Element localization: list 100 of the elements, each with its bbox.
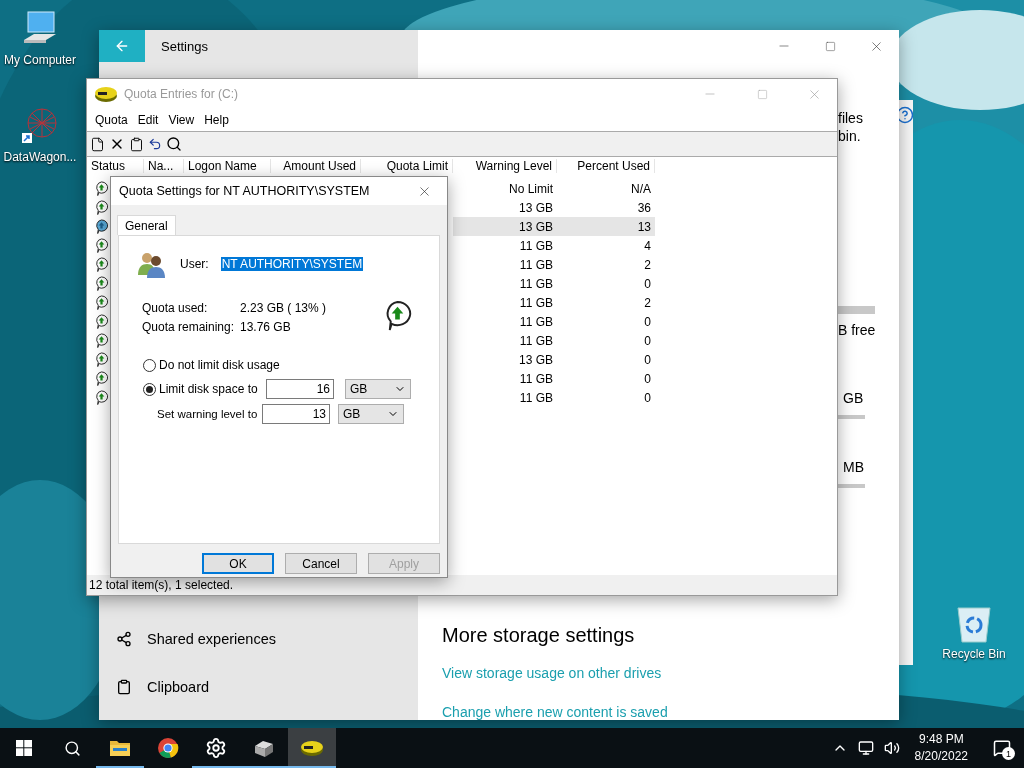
radio-button[interactable] [143,382,156,396]
free-space-text: B free [838,321,876,339]
find-button[interactable] [166,136,182,152]
clock[interactable]: 9:48 PM 8/20/2022 [906,731,976,765]
window-title: Quota Entries for (C:) [124,87,239,101]
table-cell-text: 13 GB [517,200,554,215]
column-header[interactable]: Amount Used [271,159,361,173]
desktop-icon-label: My Computer [4,53,76,67]
notifications-button[interactable]: 1 [980,728,1024,768]
column-header[interactable]: Na... [144,159,184,173]
taskbar-app[interactable] [288,728,336,768]
table-cell-text: 11 GB [518,295,554,310]
window-title: Settings [161,38,208,54]
user-label: User: [180,257,209,271]
table-cell-text: 11 GB [518,276,554,291]
column-header[interactable]: Warning Level [453,159,557,173]
new-button[interactable] [90,136,105,152]
undo-icon [148,137,162,151]
status-icon [94,181,109,196]
size-text: GB [843,389,864,407]
monitor-icon [857,740,874,756]
field-label: Set warning level to [157,408,259,420]
clipboard-icon [116,679,132,695]
message-icon [993,739,1011,757]
column-header[interactable]: Percent Used [557,159,655,173]
stat-value: 2.23 GB ( 13% ) [240,300,327,317]
radio-button[interactable] [143,358,156,372]
dialog-button[interactable]: Cancel [285,553,357,574]
table-cell-text: 0 [643,352,652,367]
table-cell-text: 13 [636,219,652,234]
table-cell-text: No Limit [508,181,554,196]
limit-field[interactable]: 16 [266,379,334,399]
table-cell-text: 4 [643,238,652,253]
section-title: More storage settings [442,623,635,647]
table-cell-text: 11 GB [518,371,554,386]
table-cell-text: 13 GB [517,352,554,367]
table-cell-text: 11 GB [518,390,554,405]
maximize-icon [756,88,768,100]
option-label: Limit disk space to [159,381,259,397]
dialog-button[interactable]: OK [202,553,274,574]
table-cell-text: 0 [643,276,652,291]
stat-label: Quota remaining: [142,319,236,336]
properties-button[interactable] [129,136,144,152]
help-icon [899,106,913,124]
table-row[interactable] [453,217,655,236]
column-header[interactable]: Logon Name [184,159,271,173]
status-icon [94,219,109,234]
table-cell-text: 11 GB [518,238,554,253]
usage-bar [838,306,875,314]
menu-item[interactable]: Help [199,113,234,127]
tab[interactable]: General [117,215,176,235]
unit-dropdown[interactable]: GB [338,404,404,424]
column-header[interactable]: Quota Limit [361,159,453,173]
status-icon [94,371,109,386]
sidebar-item[interactable]: Clipboard [99,663,418,711]
volume-icon [883,740,900,756]
status-icon [94,257,109,272]
menu-item[interactable]: Edit [132,113,164,127]
status-icon [94,390,109,405]
status-icon [94,200,109,215]
settings-icon [205,737,227,759]
table-cell-text: 2 [643,295,652,310]
stat-label: Quota used: [142,300,209,317]
table-cell-text: 11 GB [518,314,554,329]
usage-bar [838,484,865,488]
maximize-icon [824,40,836,52]
menu-item[interactable]: View [163,113,200,127]
status-icon [94,333,109,348]
table-cell-text: 0 [643,390,652,405]
status-icon [94,238,109,253]
folder-icon [109,739,131,757]
sidebar-item[interactable]: Shared experiences [99,615,418,663]
drive-icon [252,738,276,758]
search-icon [63,739,81,757]
table-cell-text: N/A [630,181,652,196]
stat-value: 13.76 GB [240,319,292,336]
option-label: Do not limit disk usage [159,357,280,373]
table-cell-text: 0 [643,333,652,348]
table-cell-text: 11 GB [518,257,554,272]
status-icon [94,314,109,329]
unit-dropdown[interactable]: GB [345,379,411,399]
column-header[interactable]: Status [87,159,144,173]
share-icon [116,631,132,647]
disk-icon [94,85,118,103]
dialog-title: Quota Settings for NT AUTHORITY\SYSTEM [119,184,370,198]
status-icon [94,352,109,367]
table-cell-text: 0 [643,371,652,386]
document-icon [90,136,105,152]
status-text: 12 total item(s), 1 selected. [89,578,234,592]
table-cell-text: 11 GB [518,333,554,348]
table-cell-text: 0 [643,314,652,329]
warning-field[interactable]: 13 [262,404,330,424]
menu-item[interactable]: Quota [90,113,133,127]
windows-icon [16,740,32,756]
size-text: MB [843,458,864,476]
desktop-icon-label: Recycle Bin [942,647,1006,661]
undo-button[interactable] [148,137,162,151]
table-cell-text: 2 [643,257,652,272]
usage-bar [838,415,865,419]
search-icon [166,136,182,152]
